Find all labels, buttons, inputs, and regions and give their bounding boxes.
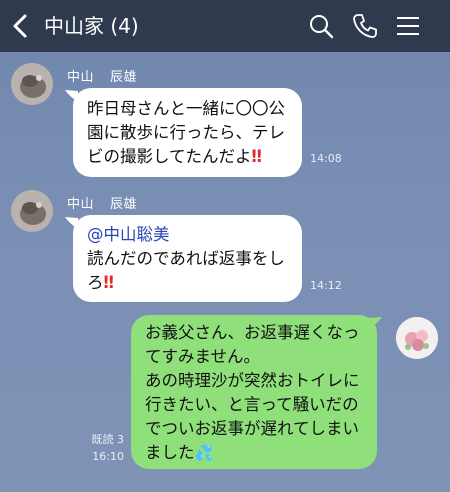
double-exclamation-icon: ‼ <box>103 273 114 292</box>
search-icon[interactable] <box>307 12 335 40</box>
double-exclamation-icon: ‼ <box>251 147 262 166</box>
message-bubble[interactable]: 昨日母さんと一緒に〇〇公 園に散歩に行ったら、テレ ビの撮影してたんだよ‼ <box>73 88 302 177</box>
chat-title: 中山家 (4) <box>44 14 139 38</box>
sender-name: 中山 辰雄 <box>67 197 138 212</box>
message-text-line: 園に散歩に行ったら、テレ <box>87 123 285 142</box>
menu-icon[interactable] <box>394 12 422 40</box>
flower-avatar-icon <box>396 317 438 359</box>
message-timestamp: 14:08 <box>310 152 342 165</box>
sweat-drops-icon: 💦 <box>194 444 214 462</box>
read-receipt: 既読 3 16:10 <box>80 432 125 464</box>
message-text-line: てすみません。 <box>145 347 261 366</box>
sender-avatar[interactable] <box>11 63 53 105</box>
message-timestamp: 16:10 <box>92 450 124 463</box>
message-text-line: 行きたい、と言って騒いだの <box>145 395 359 414</box>
message-text-line: お義父さん、お返事遅くなっ <box>145 323 360 342</box>
message-text-line: ろ‼ <box>87 273 114 292</box>
mention-link[interactable]: @中山聡美 <box>87 223 288 247</box>
avatar-photo-icon <box>11 190 53 232</box>
avatar-photo-icon <box>11 63 53 105</box>
message-text-line: ました💦 <box>145 443 214 462</box>
message-bubble[interactable]: @中山聡美 読んだのであれば返事をし ろ‼ <box>73 215 302 302</box>
message-text-line: 昨日母さんと一緒に〇〇公 <box>87 99 285 118</box>
read-count: 既読 3 <box>91 433 125 446</box>
message-text-line: 読んだのであれば返事をし <box>87 249 285 268</box>
phone-icon[interactable] <box>351 12 379 40</box>
message-text-line: ビの撮影してたんだよ‼ <box>87 147 262 166</box>
back-icon[interactable] <box>8 12 34 40</box>
chat-header: 中山家 (4) <box>0 0 450 52</box>
message-text-line: あの時理沙が突然おトイレに <box>145 371 360 390</box>
message-text-line: でついお返事が遅れてしまい <box>145 419 360 438</box>
own-avatar[interactable] <box>396 317 438 359</box>
message-bubble[interactable]: お義父さん、お返事遅くなっ てすみません。 あの時理沙が突然おトイレに 行きたい… <box>131 315 377 469</box>
message-timestamp: 14:12 <box>310 279 342 292</box>
sender-avatar[interactable] <box>11 190 53 232</box>
sender-name: 中山 辰雄 <box>67 70 138 85</box>
